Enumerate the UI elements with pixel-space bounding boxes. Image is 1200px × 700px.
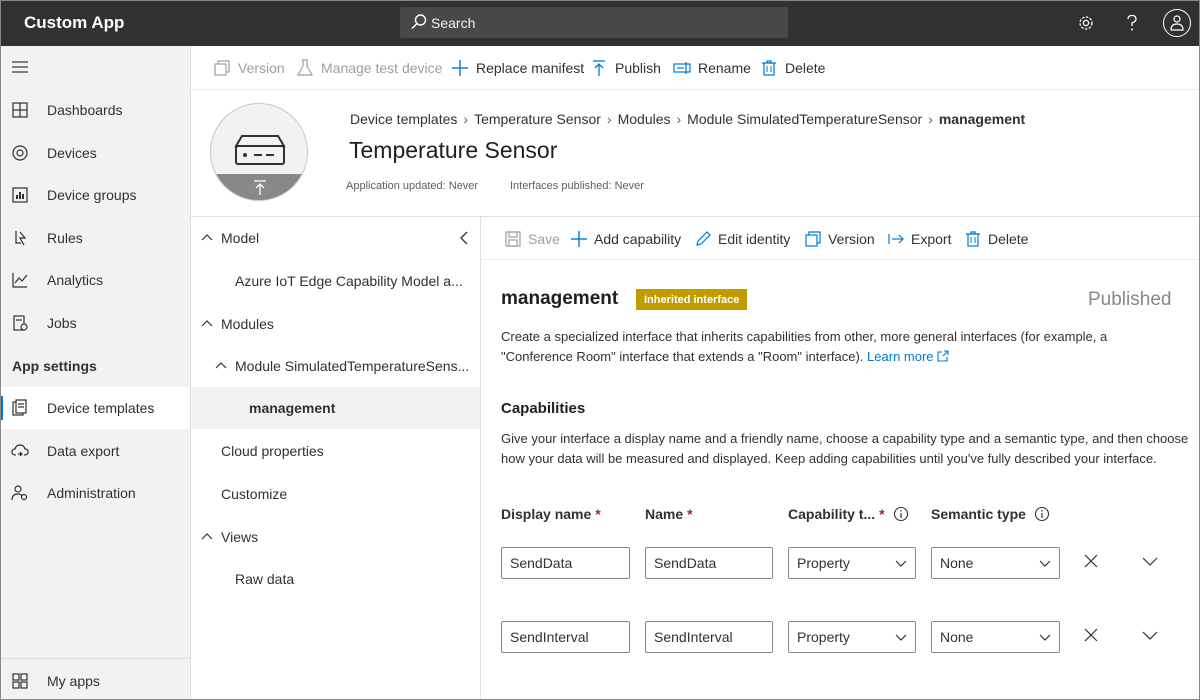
window-frame: [0, 0, 1200, 700]
